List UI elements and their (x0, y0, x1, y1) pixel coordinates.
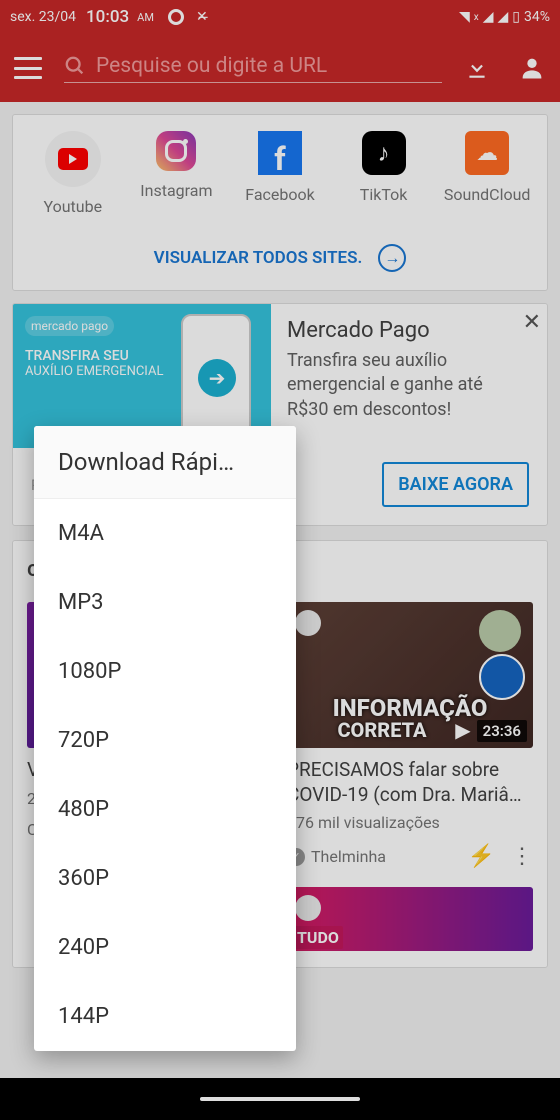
video-thumbnail: INFORMAÇÃO CORRETA ▶ 23:36 (287, 602, 533, 748)
status-app-icon: ✕̶ (196, 9, 208, 25)
search-icon (64, 55, 86, 77)
quality-option-m4a[interactable]: M4A (34, 499, 296, 568)
fast-download-icon[interactable]: ⚡ (468, 844, 495, 869)
site-label: Instagram (140, 181, 212, 200)
guest-avatar (479, 610, 521, 652)
instagram-icon (156, 131, 196, 171)
status-record-icon (168, 9, 184, 25)
profile-button[interactable] (518, 54, 546, 82)
app-bar: Pesquise ou digite a URL (0, 34, 560, 102)
signal-icon-2: ◢ (498, 9, 509, 25)
home-indicator[interactable] (200, 1097, 360, 1101)
site-tiktok[interactable]: ♪ TikTok (339, 131, 429, 216)
promo-body: Transfira seu auxílio emergencial e ganh… (287, 349, 519, 422)
quality-option-360p[interactable]: 360P (34, 844, 296, 913)
site-label: Facebook (245, 185, 314, 204)
view-all-sites-button[interactable]: VISUALIZAR TODOS SITES. → (21, 244, 539, 272)
wifi-icon: ◥ (459, 9, 470, 25)
quality-option-mp3[interactable]: MP3 (34, 568, 296, 637)
story-indicator-icon (295, 895, 321, 921)
overlay-label: TUDO (293, 926, 343, 949)
popup-title: Download Rápi… (34, 426, 296, 499)
android-nav-bar (0, 1078, 560, 1120)
youtube-icon (58, 148, 88, 170)
battery-percent: 34% (524, 9, 550, 25)
android-status-bar: sex. 23/04 10:03 AM ✕̶ ◥ x ◢ ◢ ▯ 34% (0, 0, 560, 34)
battery-icon: ▯ (512, 9, 520, 25)
video-views: 576 mil visualizações (287, 813, 533, 832)
site-youtube[interactable]: Youtube (28, 131, 118, 216)
quality-option-144p[interactable]: 144P (34, 982, 296, 1051)
facebook-icon: f (258, 131, 302, 175)
arrow-right-icon: → (378, 244, 406, 272)
search-placeholder: Pesquise ou digite a URL (96, 54, 327, 78)
view-all-label: VISUALIZAR TODOS SITES. (154, 248, 363, 268)
more-options-button[interactable]: ⋮ (511, 844, 533, 869)
tiktok-icon: ♪ (362, 131, 406, 175)
menu-button[interactable] (14, 57, 42, 79)
quality-option-480p[interactable]: 480P (34, 775, 296, 844)
site-soundcloud[interactable]: ☁ SoundCloud (442, 131, 532, 216)
site-facebook[interactable]: f Facebook (235, 131, 325, 216)
downloads-button[interactable] (464, 55, 490, 81)
status-date: sex. 23/04 (10, 9, 76, 25)
video-title: PRECISAMOS falar sobre COVID-19 (com Dra… (287, 758, 533, 807)
quality-option-240p[interactable]: 240P (34, 913, 296, 982)
signal-icon: ◢ (483, 9, 494, 25)
close-promo-button[interactable]: ✕ (523, 310, 541, 335)
quality-option-720p[interactable]: 720P (34, 706, 296, 775)
overlay-text-2: CORRETA (287, 718, 477, 742)
signal-x-icon: x (474, 12, 479, 23)
video-card[interactable]: INFORMAÇÃO CORRETA ▶ 23:36 PRECISAMOS fa… (287, 602, 533, 869)
quality-option-1080p[interactable]: 1080P (34, 637, 296, 706)
site-label: Youtube (44, 197, 103, 216)
download-quality-menu: Download Rápi… M4A MP3 1080P 720P 480P 3… (34, 426, 296, 1051)
search-input[interactable]: Pesquise ou digite a URL (64, 54, 442, 83)
soundcloud-icon: ☁ (465, 131, 509, 175)
story-indicator-icon (295, 610, 321, 636)
site-label: TikTok (360, 185, 408, 204)
promo-brand: mercado pago (25, 316, 114, 336)
quick-sites-card: Youtube Instagram f Facebook ♪ TikTok ☁ … (12, 114, 548, 291)
promo-title: Mercado Pago (287, 318, 519, 343)
promo-cta-button[interactable]: BAIXE AGORA (382, 462, 529, 507)
status-ampm: AM (137, 11, 154, 24)
site-label: SoundCloud (444, 185, 531, 204)
video-channel: Thelminha (311, 847, 386, 866)
site-instagram[interactable]: Instagram (131, 131, 221, 216)
video-duration: 23:36 (477, 720, 527, 742)
status-time: 10:03 (86, 7, 129, 27)
video-thumbnail-small[interactable]: TUDO (287, 887, 533, 951)
